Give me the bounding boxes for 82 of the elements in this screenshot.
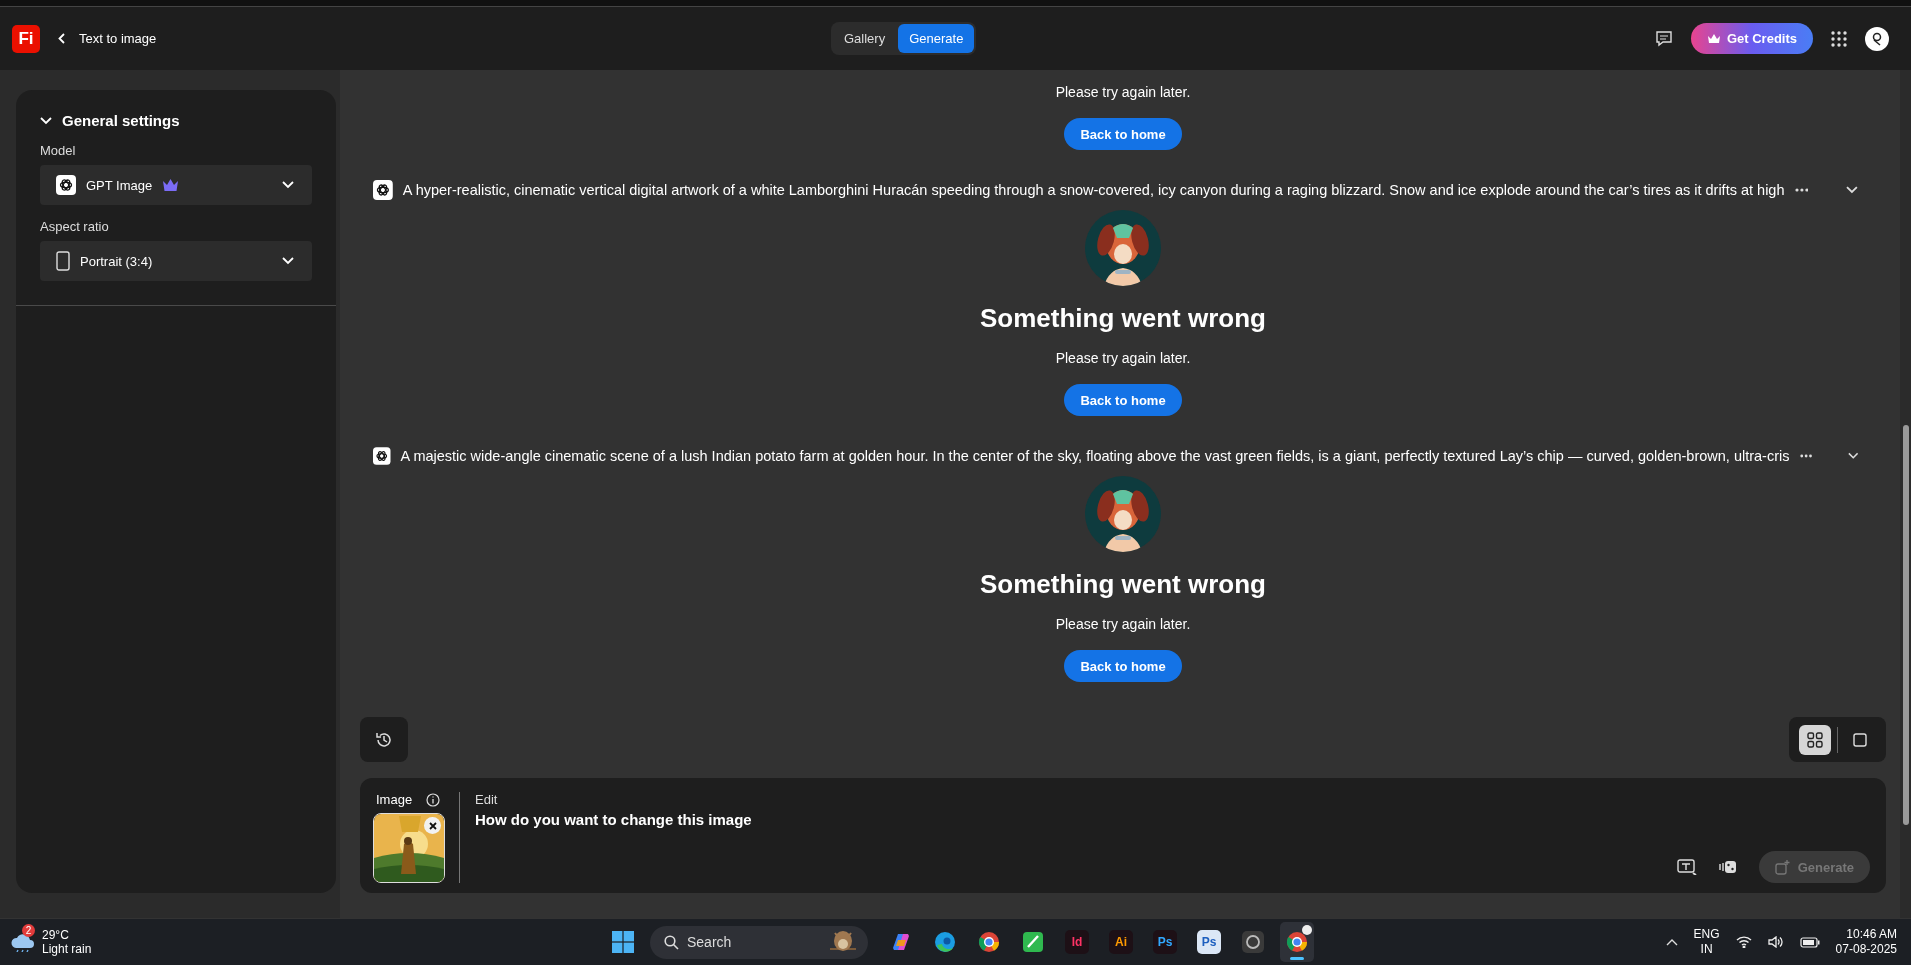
pen-app-icon bbox=[1021, 930, 1045, 954]
square-icon bbox=[1852, 731, 1868, 748]
image-label: Image bbox=[376, 792, 413, 807]
error-title: Something went wrong bbox=[980, 568, 1266, 600]
prompt-field[interactable]: How do you want to change this image bbox=[475, 811, 1870, 828]
comment-icon[interactable] bbox=[1654, 30, 1673, 47]
select-field[interactable]: GPT Image bbox=[40, 165, 312, 205]
info-icon[interactable] bbox=[426, 792, 441, 807]
notification-badge: 2 bbox=[22, 924, 35, 937]
openai-logo-icon bbox=[373, 446, 391, 466]
error-title: Something went wrong bbox=[980, 302, 1266, 334]
prompt-text: A majestic wide-angle cinematic scene of a lush Indian potato farm at golden hour. In the center of the sky, floating above the vast green fields, is a giant, perfectly textured Lay’s chip — curved, golden-brown, ultra-cris bbox=[400, 448, 1790, 464]
chevron-down-icon bbox=[1847, 452, 1858, 460]
scrollbar[interactable] bbox=[1900, 70, 1911, 918]
time-text: 10:46 AM bbox=[1846, 927, 1897, 942]
app-logo: Fi bbox=[12, 24, 40, 53]
app-letter-icon: Ai bbox=[1109, 930, 1133, 954]
language-indicator[interactable]: ENG IN bbox=[1693, 927, 1720, 957]
dice-icon[interactable] bbox=[1718, 860, 1737, 874]
openai-logo-icon bbox=[56, 175, 76, 195]
view-tab[interactable]: Generate bbox=[898, 24, 975, 53]
portrait-icon bbox=[56, 251, 70, 271]
chevron-down-icon bbox=[40, 116, 52, 125]
volume-icon[interactable] bbox=[1767, 936, 1784, 948]
text-effects-icon[interactable] bbox=[1676, 859, 1697, 875]
browser-icon bbox=[933, 930, 957, 954]
history-button[interactable] bbox=[360, 717, 408, 762]
prompt-text: A hyper-realistic, cinematic vertical digital artwork of a white Lamborghini Huracán speeding through a snow-covered, icy canyon during a raging blizzard. Snow and ice explode around the car’s tires as it drifts at high bbox=[402, 182, 1785, 198]
view-tab[interactable]: Gallery bbox=[833, 24, 897, 53]
app-letter-icon: Ps bbox=[1153, 930, 1177, 954]
weather-text: Light rain bbox=[42, 942, 92, 956]
language-text: ENG bbox=[1693, 927, 1720, 942]
field-label: Aspect ratio bbox=[40, 219, 110, 234]
field-label: Model bbox=[40, 143, 77, 158]
close-icon bbox=[428, 821, 437, 830]
region-text: IN bbox=[1700, 942, 1713, 957]
grid-view-button[interactable] bbox=[1799, 724, 1831, 755]
date-text: 07-08-2025 bbox=[1835, 942, 1897, 957]
chrome-icon bbox=[1285, 930, 1309, 954]
taskbar-app[interactable] bbox=[1280, 922, 1314, 962]
error-message: Please try again later. bbox=[1055, 615, 1191, 634]
back-link[interactable]: Text to image bbox=[58, 31, 157, 46]
taskbar-app[interactable]: Id bbox=[1060, 922, 1094, 962]
battery-icon[interactable] bbox=[1799, 936, 1820, 948]
windows-logo-icon bbox=[612, 931, 634, 953]
chevron-down-icon bbox=[282, 257, 294, 265]
sparkle-image-icon bbox=[1774, 859, 1790, 875]
error-message: Please try again later. bbox=[1055, 349, 1191, 368]
temperature-text: 29°C bbox=[42, 928, 70, 942]
edit-label: Edit bbox=[475, 792, 499, 807]
circle-app-icon bbox=[1241, 930, 1265, 954]
more-icon[interactable] bbox=[1794, 188, 1809, 192]
chevron-down-icon bbox=[282, 181, 294, 189]
weather-cloud-icon bbox=[10, 932, 36, 952]
back-icon bbox=[58, 33, 65, 44]
get-credits-button[interactable]: Get Credits bbox=[1690, 23, 1813, 54]
chevron-up-icon[interactable] bbox=[1665, 938, 1678, 946]
chrome-icon bbox=[977, 930, 1001, 954]
back-to-home-button[interactable]: Back to home bbox=[1064, 384, 1182, 416]
avatar[interactable] bbox=[1865, 26, 1889, 51]
search-field[interactable]: Search bbox=[650, 925, 868, 959]
crown-icon bbox=[162, 178, 180, 192]
app-letter-icon: Id bbox=[1065, 930, 1089, 954]
back-to-home-button[interactable]: Back to home bbox=[1064, 118, 1182, 150]
chevron-down-icon bbox=[1846, 186, 1858, 194]
error-message: Please try again later. bbox=[1055, 83, 1191, 102]
taskbar-app[interactable]: Ps bbox=[1148, 922, 1182, 962]
more-icon[interactable] bbox=[1799, 454, 1812, 458]
select-field[interactable]: Portrait (3:4) bbox=[40, 241, 312, 281]
section-title[interactable]: General settings bbox=[62, 112, 180, 129]
clock[interactable]: 10:46 AM 07-08-2025 bbox=[1835, 927, 1897, 957]
wifi-icon[interactable] bbox=[1735, 936, 1752, 948]
taskbar-app[interactable]: Ps bbox=[1192, 922, 1226, 962]
app-letter-icon: Ps bbox=[1197, 930, 1221, 954]
taskbar-app[interactable]: Ai bbox=[1104, 922, 1138, 962]
crown-icon bbox=[1706, 33, 1721, 44]
history-icon bbox=[375, 730, 393, 749]
back-to-home-button[interactable]: Back to home bbox=[1064, 650, 1182, 682]
apps-grid-icon[interactable] bbox=[1831, 30, 1847, 47]
grid-icon bbox=[1807, 731, 1823, 748]
openai-logo-icon bbox=[373, 180, 393, 200]
search-icon bbox=[664, 934, 679, 950]
